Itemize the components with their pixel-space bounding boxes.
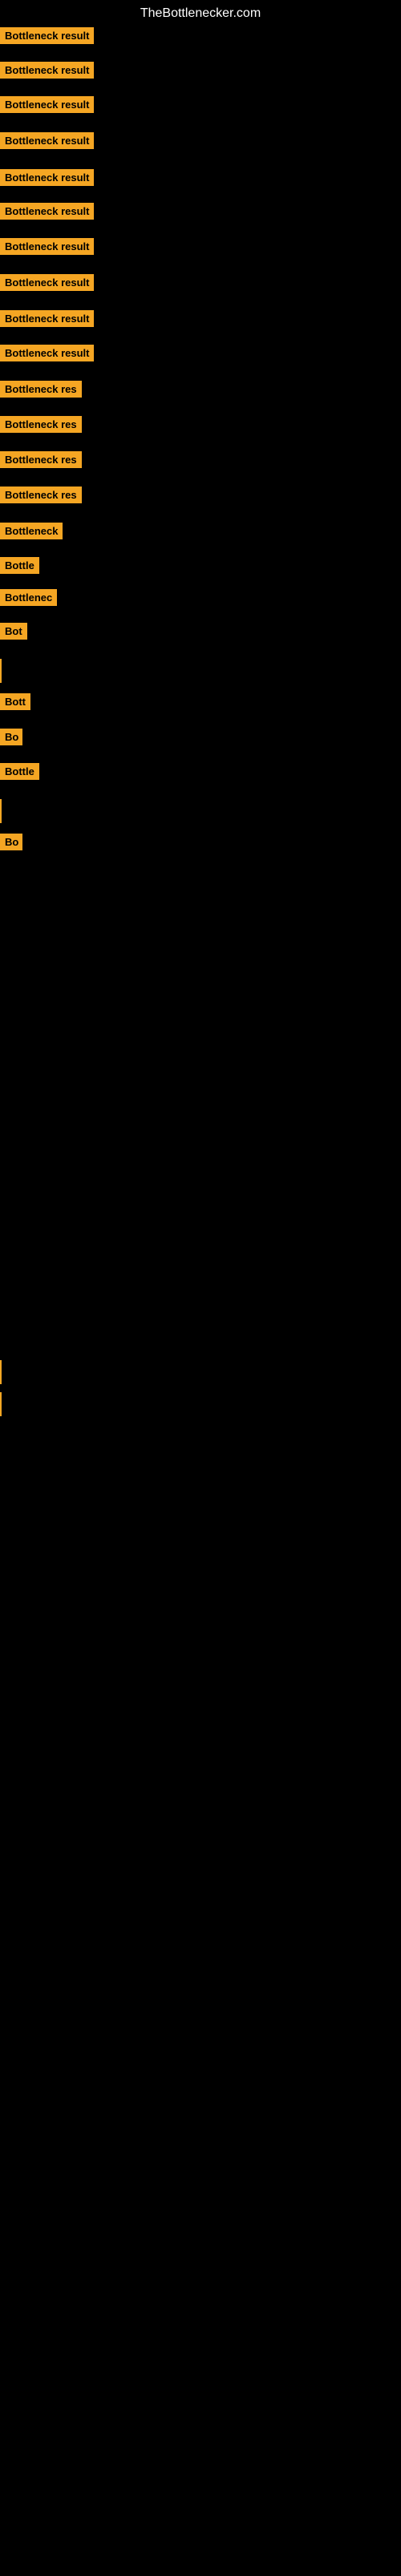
bottleneck-line-23 [0,799,2,823]
bottleneck-label-18: Bot [0,623,27,640]
bottleneck-label-20: Bott [0,693,30,710]
bottleneck-label-9: Bottleneck result [0,310,94,327]
bottleneck-label-6: Bottleneck result [0,203,94,220]
bottleneck-line-26 [0,1392,2,1416]
bottleneck-label-1: Bottleneck result [0,27,94,44]
site-title: TheBottlenecker.com [0,0,401,27]
bottleneck-label-5: Bottleneck result [0,169,94,186]
bottleneck-label-21: Bo [0,729,22,745]
bottleneck-line-19 [0,659,2,683]
bottleneck-label-13: Bottleneck res [0,451,82,468]
bottleneck-label-15: Bottleneck [0,523,63,539]
bottleneck-label-8: Bottleneck result [0,274,94,291]
bottleneck-label-16: Bottle [0,557,39,574]
bottleneck-label-14: Bottleneck res [0,487,82,503]
bottleneck-label-7: Bottleneck result [0,238,94,255]
bottleneck-line-25 [0,1360,2,1384]
bottleneck-label-11: Bottleneck res [0,381,82,398]
bottleneck-label-12: Bottleneck res [0,416,82,433]
bottleneck-label-10: Bottleneck result [0,345,94,361]
bottleneck-label-3: Bottleneck result [0,96,94,113]
bottleneck-label-2: Bottleneck result [0,62,94,79]
bottleneck-label-4: Bottleneck result [0,132,94,149]
bottleneck-label-17: Bottlenec [0,589,57,606]
bottleneck-label-24: Bo [0,834,22,850]
bottleneck-label-22: Bottle [0,763,39,780]
